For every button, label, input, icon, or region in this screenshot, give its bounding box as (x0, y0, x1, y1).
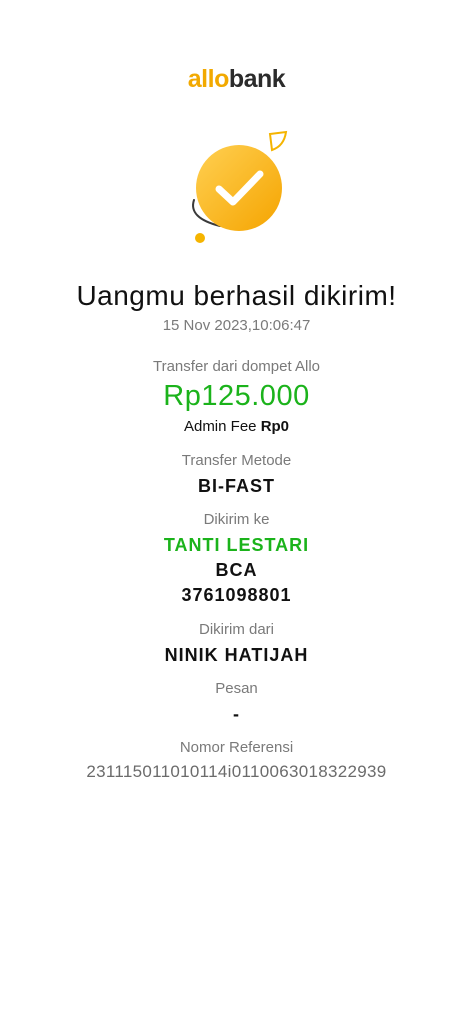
sender-name: NINIK HATIJAH (164, 645, 309, 665)
success-check-icon (180, 128, 295, 248)
recipient-account: 3761098801 (181, 585, 292, 605)
recipient-name: TANTI LESTARI (163, 535, 310, 555)
reference-section: Nomor Referensi 231115011010114i01100630… (0, 738, 473, 783)
admin-fee: Admin Fee Rp0 (0, 417, 473, 437)
sender-section: Dikirim dari NINIK HATIJAH (0, 620, 473, 667)
transfer-amount: Rp125.000 (163, 380, 310, 412)
message-section: Pesan - (0, 679, 473, 726)
recipient-label: Dikirim ke (203, 511, 270, 528)
brand-logo-allo: allo (187, 65, 230, 93)
admin-fee-value: Rp0 (260, 418, 290, 435)
recipient-bank: BCA (215, 560, 258, 580)
reference-label: Nomor Referensi (179, 739, 294, 756)
message-label: Pesan (215, 680, 258, 697)
brand-logo-bank: bank (228, 65, 286, 93)
method-label: Transfer Metode (181, 452, 292, 469)
transaction-datetime: 15 Nov 2023,10:06:47 (162, 317, 311, 334)
admin-fee-section: Admin Fee Rp0 (0, 417, 473, 437)
method-value: BI-FAST (198, 476, 275, 496)
recipient-section: Dikirim ke TANTI LESTARI BCA 3761098801 (0, 510, 473, 607)
reference-number: 231115011010114i0110063018322939 (86, 762, 387, 781)
message-value: - (233, 704, 240, 724)
amount-section: Rp125.000 (0, 378, 473, 414)
sender-label: Dikirim dari (199, 621, 274, 638)
transfer-source-section: Transfer dari dompet Allo (0, 357, 473, 377)
brand-logo: allobank (0, 62, 473, 96)
admin-fee-label: Admin Fee (183, 418, 257, 435)
status-title: Uangmu berhasil dikirim! (76, 280, 397, 311)
method-section: Transfer Metode BI-FAST (0, 451, 473, 498)
transfer-source-label: Transfer dari dompet Allo (152, 358, 321, 375)
